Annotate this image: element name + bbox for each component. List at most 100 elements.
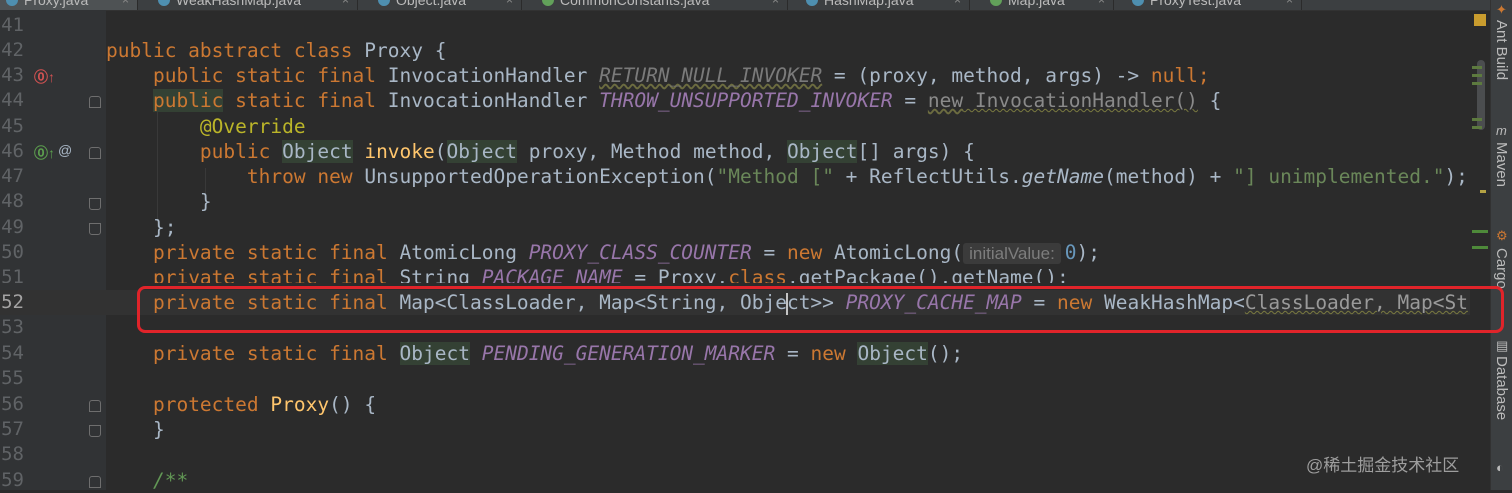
change-marker[interactable] xyxy=(1472,126,1482,129)
fold-marker-icon[interactable] xyxy=(89,223,101,235)
annotation: @Override xyxy=(199,115,306,138)
line-number[interactable]: 43 xyxy=(0,63,24,88)
code-text[interactable]: throw new UnsupportedOperationException(… xyxy=(106,164,1468,189)
keyword: new xyxy=(927,89,964,112)
line-number[interactable]: 56 xyxy=(0,392,24,417)
class-icon xyxy=(158,0,170,6)
change-marker[interactable] xyxy=(1472,230,1488,233)
tab-object-java[interactable]: Object.java × xyxy=(372,0,522,10)
code-text: ); xyxy=(1444,165,1468,188)
implements-up-icon[interactable]: ⓪↑ xyxy=(34,143,55,163)
line-number[interactable]: 59 xyxy=(0,468,24,493)
code-line-51: 51 private static final String PACKAGE_N… xyxy=(0,265,1470,283)
field-name: PENDING_GENERATION_MARKER xyxy=(481,342,776,365)
line-number[interactable]: 44 xyxy=(0,88,24,113)
tool-window-ant-build[interactable]: Ant Build xyxy=(1493,20,1510,80)
line-number[interactable]: 51 xyxy=(0,265,24,283)
closing-brace: }; xyxy=(152,216,177,239)
code-text[interactable]: @Override xyxy=(106,114,306,139)
tab-hashmap-java[interactable]: HashMap.java × xyxy=(800,0,970,10)
tool-window-maven[interactable]: Maven xyxy=(1493,142,1510,187)
line-number[interactable]: 42 xyxy=(0,38,24,63)
line-number[interactable]: 47 xyxy=(0,164,24,189)
line-number[interactable]: 54 xyxy=(0,341,24,366)
fold-marker-icon[interactable] xyxy=(89,400,101,412)
code-text[interactable]: protected Proxy() { xyxy=(106,392,376,417)
change-marker[interactable] xyxy=(1480,190,1486,193)
code-text[interactable]: public static final InvocationHandler TH… xyxy=(106,88,1221,113)
close-icon[interactable]: × xyxy=(772,0,779,10)
change-marker[interactable] xyxy=(1472,66,1482,69)
line-number[interactable]: 49 xyxy=(0,215,24,240)
change-marker[interactable] xyxy=(1472,118,1482,121)
fold-marker-icon[interactable] xyxy=(89,476,101,488)
close-icon[interactable]: × xyxy=(506,0,513,10)
close-icon[interactable]: × xyxy=(954,0,961,10)
line-number[interactable]: 52 xyxy=(0,290,24,315)
close-icon[interactable]: × xyxy=(122,0,129,10)
change-marker[interactable] xyxy=(1472,246,1488,249)
close-icon[interactable]: × xyxy=(1098,0,1105,10)
tool-window-database[interactable]: Database xyxy=(1493,356,1510,420)
tab-label: Map.java xyxy=(1008,0,1065,8)
line-number[interactable]: 46 xyxy=(0,139,24,164)
code-text[interactable]: public Object invoke(Object proxy, Metho… xyxy=(106,139,975,164)
tab-map-java[interactable]: Map.java × xyxy=(984,0,1114,10)
fold-marker-icon[interactable] xyxy=(89,147,101,159)
keyword: null xyxy=(1150,64,1198,87)
class-name: UnsupportedOperationException( xyxy=(364,165,717,188)
code-line-43: 43 public static final InvocationHandler… xyxy=(0,63,1470,88)
keyword: static final xyxy=(223,89,377,112)
closing-brace: } xyxy=(152,418,165,441)
close-icon[interactable]: × xyxy=(342,0,349,10)
tab-proxytest-java[interactable]: ProxyTest.java × xyxy=(1126,0,1302,10)
code-text: AtomicLong( xyxy=(822,241,964,264)
code-text[interactable]: public abstract class Proxy { xyxy=(106,38,446,63)
code-text[interactable]: }; xyxy=(106,215,176,240)
line-number[interactable]: 55 xyxy=(0,366,24,391)
fold-marker-icon[interactable] xyxy=(89,96,101,108)
interface-icon xyxy=(542,0,554,6)
code-text: () { xyxy=(329,393,377,416)
cargo-icon: ⚙ xyxy=(1496,228,1508,243)
line-number[interactable]: 48 xyxy=(0,189,24,214)
type-name: Object xyxy=(282,140,353,163)
class-icon xyxy=(6,0,18,6)
close-icon[interactable]: × xyxy=(1286,0,1293,10)
tab-weakhashmap-java[interactable]: WeakHashMap.java × xyxy=(152,0,358,10)
code-text[interactable]: } xyxy=(106,417,165,442)
line-number[interactable]: 57 xyxy=(0,417,24,442)
line-number[interactable]: 58 xyxy=(0,442,24,467)
type-name: Object xyxy=(446,140,517,163)
tab-commonconstants-java[interactable]: CommonConstants.java × xyxy=(536,0,788,10)
code-text: .getPackage().getName(); xyxy=(787,266,1069,283)
warning-indicator-icon[interactable] xyxy=(1474,14,1486,26)
line-number[interactable]: 50 xyxy=(0,240,24,265)
change-marker[interactable] xyxy=(1472,82,1482,85)
tool-window-cargo[interactable]: Cargo xyxy=(1493,248,1510,289)
change-marker[interactable] xyxy=(1472,74,1482,77)
number-literal: 0 xyxy=(1064,241,1077,264)
keyword: throw xyxy=(246,165,306,188)
fold-marker-icon[interactable] xyxy=(89,425,101,437)
code-text[interactable]: public static final InvocationHandler RE… xyxy=(106,63,1210,88)
fold-marker-icon[interactable] xyxy=(89,198,101,210)
code-text[interactable]: /** xyxy=(106,468,188,493)
line-number[interactable]: 41 xyxy=(0,13,24,38)
field-name: THROW_UNSUPPORTED_INVOKER xyxy=(599,89,893,112)
tab-label: WeakHashMap.java xyxy=(176,0,302,8)
tab-label: CommonConstants.java xyxy=(560,0,710,8)
override-up-icon[interactable]: ⓪↑ xyxy=(34,67,55,87)
tab-proxy-java[interactable]: Proxy.java × xyxy=(0,0,138,10)
line-number[interactable]: 45 xyxy=(0,114,24,139)
code-text[interactable]: private static final AtomicLong PROXY_CL… xyxy=(106,240,1100,265)
code-text[interactable]: private static final String PACKAGE_NAME… xyxy=(106,265,1069,283)
type-name: Object xyxy=(787,140,858,163)
code-text[interactable]: private static final Object PENDING_GENE… xyxy=(106,341,963,366)
type-name: Object xyxy=(399,342,470,365)
code-text[interactable]: } xyxy=(106,189,212,214)
annotation-at-icon[interactable]: @ xyxy=(58,142,72,158)
line-number[interactable]: 53 xyxy=(0,315,24,340)
code-line-41: 41 xyxy=(0,13,1470,38)
parameter-hint: initialValue: xyxy=(963,243,1061,264)
